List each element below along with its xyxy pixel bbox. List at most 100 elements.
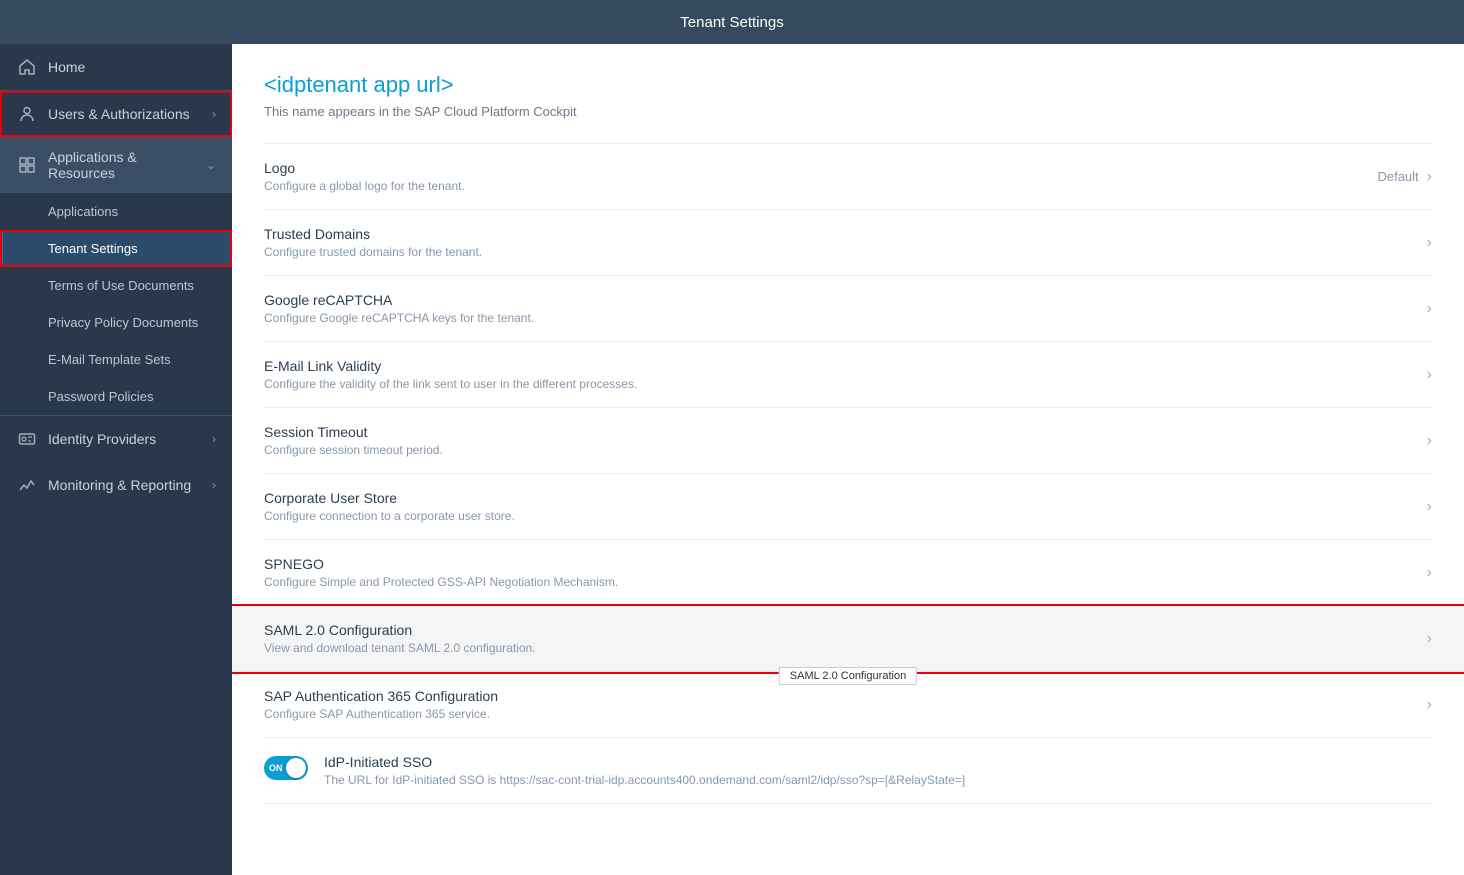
top-header: Tenant Settings [0,0,1464,44]
settings-item-right: › [1427,696,1432,714]
settings-item-right: › [1427,564,1432,582]
settings-item-right: › [1427,630,1432,648]
sidebar-sub-item-terms-of-use[interactable]: Terms of Use Documents [0,267,232,304]
settings-item-content: Google reCAPTCHA Configure Google reCAPT… [264,292,1427,325]
sidebar-sub-item-applications[interactable]: Applications [0,193,232,230]
settings-item-default-text: Default [1377,169,1418,184]
settings-item-desc: Configure the validity of the link sent … [264,377,1427,391]
settings-item-recaptcha[interactable]: Google reCAPTCHA Configure Google reCAPT… [264,276,1432,342]
settings-item-session-timeout[interactable]: Session Timeout Configure session timeou… [264,408,1432,474]
settings-item-desc: View and download tenant SAML 2.0 config… [264,641,1427,655]
content-subtitle: This name appears in the SAP Cloud Platf… [264,104,1432,119]
sidebar-item-users-auth[interactable]: Users & Authorizations › [0,91,232,137]
settings-list: Logo Configure a global logo for the ten… [232,127,1464,820]
settings-item-right: › [1427,234,1432,252]
settings-item-content-logo: Logo Configure a global logo for the ten… [264,160,1377,193]
chevron-right-icon: › [1427,498,1432,516]
sidebar-item-apps-resources[interactable]: Applications & Resources ⌄ [0,137,232,193]
settings-item-title: SAML 2.0 Configuration [264,622,1427,638]
chevron-down-icon: ⌄ [206,158,216,172]
content-header: <idptenant app url> This name appears in… [232,44,1464,127]
settings-item-desc: Configure a global logo for the tenant. [264,179,1377,193]
settings-item-desc: The URL for IdP-initiated SSO is https:/… [324,773,1432,787]
toggle-on-label: ON [269,763,283,773]
sidebar-item-monitoring[interactable]: Monitoring & Reporting › [0,462,232,508]
settings-item-right: › [1427,300,1432,318]
settings-item-desc: Configure Simple and Protected GSS-API N… [264,575,1427,589]
settings-item-title: Corporate User Store [264,490,1427,506]
sidebar: Home Users & Authorizations › [0,44,232,875]
main-layout: Home Users & Authorizations › [0,44,1464,875]
toggle-knob [286,758,306,778]
settings-item-idp-initiated-sso[interactable]: ON IdP-Initiated SSO The URL for IdP-ini… [264,738,1432,804]
chevron-right-icon: › [1427,300,1432,318]
person-icon [16,103,38,125]
sidebar-sub-item-tenant-settings[interactable]: Tenant Settings [0,230,232,267]
sidebar-sub-item-privacy-policy[interactable]: Privacy Policy Documents [0,304,232,341]
chevron-right-icon: › [212,478,216,492]
settings-item-desc: Configure SAP Authentication 365 service… [264,707,1427,721]
content-area: <idptenant app url> This name appears in… [232,44,1464,875]
chevron-right-icon: › [1427,564,1432,582]
settings-item-title: SPNEGO [264,556,1427,572]
settings-item-content: SPNEGO Configure Simple and Protected GS… [264,556,1427,589]
settings-item-title: E-Mail Link Validity [264,358,1427,374]
sidebar-item-identity-providers[interactable]: Identity Providers › [0,415,232,462]
settings-item-title: Logo [264,160,1377,176]
settings-item-content: Corporate User Store Configure connectio… [264,490,1427,523]
home-icon [16,56,38,78]
settings-item-spnego[interactable]: SPNEGO Configure Simple and Protected GS… [264,540,1432,606]
settings-item-title: Google reCAPTCHA [264,292,1427,308]
settings-item-corporate-user-store[interactable]: Corporate User Store Configure connectio… [264,474,1432,540]
id-card-icon [16,428,38,450]
settings-item-logo[interactable]: Logo Configure a global logo for the ten… [264,143,1432,210]
header-title: Tenant Settings [680,14,783,31]
settings-item-desc: Configure trusted domains for the tenant… [264,245,1427,259]
settings-item-desc: Configure session timeout period. [264,443,1427,457]
settings-item-title: Trusted Domains [264,226,1427,242]
chevron-right-icon: › [1427,696,1432,714]
settings-item-saml-config[interactable]: SAML 2.0 Configuration View and download… [232,606,1464,672]
saml-tooltip: SAML 2.0 Configuration [779,667,917,685]
sub-item-label: Terms of Use Documents [48,278,194,293]
grid-icon [16,154,38,176]
sidebar-home-label: Home [48,59,85,75]
sub-item-label: Privacy Policy Documents [48,315,198,330]
settings-item-right: › [1427,366,1432,384]
sidebar-sub-item-password-policies[interactable]: Password Policies [0,378,232,415]
settings-item-content-saml: SAML 2.0 Configuration View and download… [264,622,1427,655]
settings-item-content: E-Mail Link Validity Configure the valid… [264,358,1427,391]
settings-item-right-logo: Default › [1377,168,1432,186]
chevron-right-icon: › [1427,432,1432,450]
chevron-right-icon: › [1427,168,1432,186]
sub-item-label: Applications [48,204,118,219]
settings-item-right: › [1427,498,1432,516]
settings-item-title: IdP-Initiated SSO [324,754,1432,770]
sidebar-apps-resources-label: Applications & Resources [48,149,206,181]
settings-item-title: SAP Authentication 365 Configuration [264,688,1427,704]
chevron-right-icon: › [1427,366,1432,384]
settings-item-content-idp: IdP-Initiated SSO The URL for IdP-initia… [324,754,1432,787]
settings-item-desc: Configure Google reCAPTCHA keys for the … [264,311,1427,325]
settings-item-content: SAP Authentication 365 Configuration Con… [264,688,1427,721]
chevron-right-icon: › [1427,234,1432,252]
sidebar-sub-item-email-templates[interactable]: E-Mail Template Sets [0,341,232,378]
sidebar-identity-providers-label: Identity Providers [48,431,156,447]
settings-item-right: › [1427,432,1432,450]
settings-item-title: Session Timeout [264,424,1427,440]
settings-item-email-link-validity[interactable]: E-Mail Link Validity Configure the valid… [264,342,1432,408]
chevron-right-icon: › [212,107,216,121]
settings-item-content: Session Timeout Configure session timeou… [264,424,1427,457]
sidebar-users-auth-label: Users & Authorizations [48,106,190,122]
content-title: <idptenant app url> [264,72,1432,98]
sub-item-label: Password Policies [48,389,154,404]
chevron-right-icon: › [1427,630,1432,648]
sidebar-item-home[interactable]: Home [0,44,232,91]
sidebar-monitoring-label: Monitoring & Reporting [48,477,191,493]
settings-item-trusted-domains[interactable]: Trusted Domains Configure trusted domain… [264,210,1432,276]
chevron-right-icon: › [212,432,216,446]
sub-item-label: E-Mail Template Sets [48,352,171,367]
toggle-switch[interactable]: ON [264,756,308,780]
settings-item-content: Trusted Domains Configure trusted domain… [264,226,1427,259]
chart-icon [16,474,38,496]
